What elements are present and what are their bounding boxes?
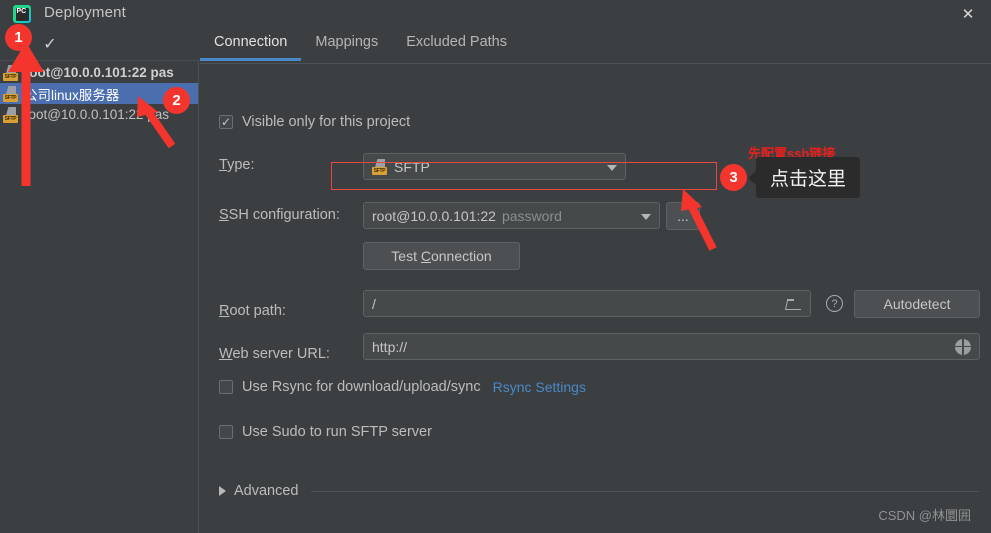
rsync-row[interactable]: Use Rsync for download/upload/sync Rsync… [219, 379, 586, 395]
advanced-divider [310, 490, 979, 492]
annotation-badge-3: 3 [720, 164, 747, 191]
sudo-row[interactable]: Use Sudo to run SFTP server [219, 424, 432, 440]
root-path-input[interactable]: / [363, 290, 811, 317]
chevron-down-icon [641, 213, 651, 220]
pycharm-logo-icon: PC [13, 5, 31, 23]
advanced-label: Advanced [234, 483, 299, 499]
ssh-config-value: root@10.0.0.101:22 [372, 207, 496, 224]
tab-bar: Connection Mappings Excluded Paths [200, 28, 991, 64]
annotation-tooltip: 点击这里 [747, 157, 861, 198]
help-icon[interactable]: ? [826, 295, 843, 312]
globe-icon[interactable] [955, 338, 971, 355]
ssh-config-hint: password [501, 207, 562, 224]
web-server-url-input[interactable]: http:// [363, 333, 980, 360]
root-path-value: / [372, 295, 376, 312]
close-icon[interactable]: ✕ [945, 0, 991, 28]
sudo-label: Use Sudo to run SFTP server [242, 424, 432, 440]
annotation-badge-1: 1 [5, 24, 32, 51]
root-path-label-row: Root path: [219, 303, 286, 319]
annotation-arrow-1 [8, 42, 44, 186]
annotation-rect-ssh [331, 162, 717, 190]
deployment-dialog: PC Deployment ✕ − ✓ SFTP root@10.0.0.101… [0, 0, 991, 533]
type-label: Type: [219, 157, 255, 173]
web-server-url-value: http:// [372, 338, 408, 355]
advanced-section-header[interactable]: Advanced [219, 483, 979, 499]
tab-connection[interactable]: Connection [200, 28, 302, 61]
ssh-config-label: SSH configuration: [219, 207, 340, 223]
annotation-badge-2: 2 [163, 87, 190, 114]
test-connection-button[interactable]: Test Connection [363, 242, 520, 270]
connection-settings-panel: Connection Mappings Excluded Paths Visib… [200, 28, 991, 533]
connection-form: Visible only for this project Type: SFTP… [200, 65, 991, 533]
autodetect-button[interactable]: Autodetect [854, 290, 980, 318]
visible-only-checkbox[interactable] [219, 115, 233, 129]
title-bar: PC Deployment ✕ [0, 0, 991, 28]
folder-icon[interactable] [786, 298, 802, 310]
web-url-label-row: Web server URL: [219, 346, 330, 362]
ssh-config-combobox[interactable]: root@10.0.0.101:22 password [363, 202, 660, 229]
chevron-right-icon [219, 486, 226, 496]
rsync-checkbox[interactable] [219, 380, 233, 394]
visible-only-row[interactable]: Visible only for this project [219, 114, 410, 130]
pycharm-logo-text: PC [15, 7, 29, 21]
type-label-row: Type: [219, 157, 254, 173]
tab-mappings[interactable]: Mappings [301, 28, 392, 60]
annotation-arrow-3 [681, 189, 717, 251]
rsync-label: Use Rsync for download/upload/sync [242, 379, 481, 395]
ssh-config-label-row: SSH configuration: [219, 207, 340, 223]
rsync-settings-link[interactable]: Rsync Settings [493, 379, 586, 395]
tab-excluded-paths[interactable]: Excluded Paths [392, 28, 521, 60]
watermark: CSDN @林圜囲 [878, 508, 971, 523]
test-connection-label: Test Connection [391, 248, 492, 264]
visible-only-label: Visible only for this project [242, 114, 411, 130]
web-server-url-label: Web server URL: [219, 346, 330, 362]
window-title: Deployment [44, 4, 127, 21]
root-path-label: Root path: [219, 303, 286, 319]
sudo-checkbox[interactable] [219, 425, 233, 439]
